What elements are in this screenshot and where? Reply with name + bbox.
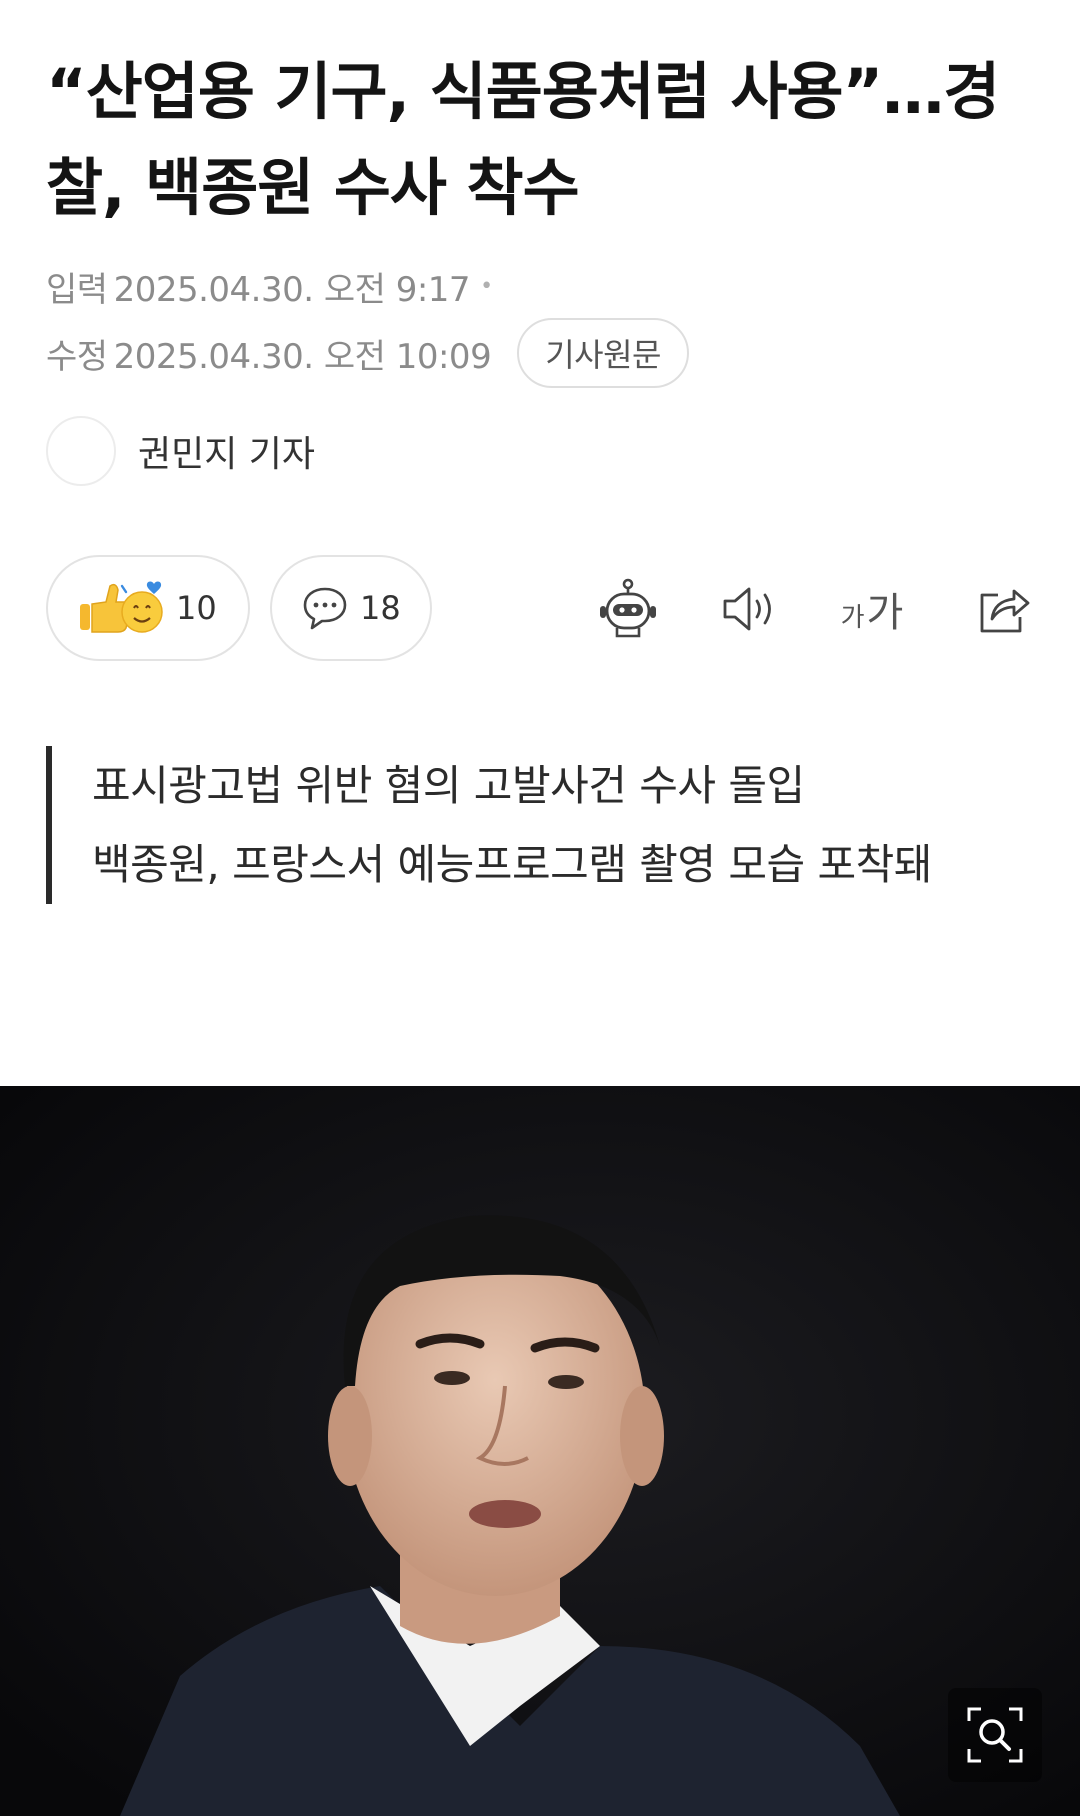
reaction-button[interactable]: 10 — [46, 555, 250, 661]
reaction-count: 10 — [176, 589, 217, 627]
updated-row: 수정 2025.04.30. 오전 10:09 기사원문 — [46, 318, 689, 388]
article-page: “산업용 기구, 식품용처럼 사용”…경찰, 백종원 수사 착수 입력 2025… — [0, 0, 1080, 1816]
summary-line-2: 백종원, 프랑스서 예능프로그램 촬영 모습 포착돼 — [92, 840, 932, 889]
robot-icon — [600, 578, 656, 638]
original-article-button[interactable]: 기사원문 — [517, 318, 689, 388]
reporter-byline[interactable]: 권민지 기자 — [46, 416, 315, 486]
share-button[interactable] — [968, 573, 1040, 645]
ai-summary-button[interactable] — [592, 573, 664, 645]
article-photo[interactable] — [0, 1086, 1080, 1816]
separator-dot-icon: • — [480, 274, 493, 299]
font-size-large-glyph: 가 — [866, 590, 904, 636]
article-action-bar: 10 18 가 가 — [46, 555, 1036, 661]
reporter-subject-photo — [0, 1086, 1080, 1816]
listen-button[interactable] — [714, 573, 786, 645]
reporter-name[interactable]: 권민지 기자 — [138, 425, 315, 477]
article-title: “산업용 기구, 식품용처럼 사용”…경찰, 백종원 수사 착수 — [46, 55, 1000, 224]
zoom-button[interactable] — [948, 1688, 1042, 1782]
comment-count: 18 — [360, 589, 401, 627]
published-row: 입력 2025.04.30. 오전 9:17 • — [46, 262, 493, 311]
published-date: 2025.04.30. 오전 9:17 — [113, 270, 471, 310]
font-size-button[interactable]: 가 가 — [836, 573, 908, 645]
zoom-magnifier-icon — [967, 1707, 1023, 1763]
summary-line-1: 표시광고법 위반 혐의 고발사건 수사 돌입 — [92, 761, 805, 810]
font-size-small-glyph: 가 — [840, 603, 865, 633]
speaker-icon — [723, 587, 771, 631]
font-size-icon: 가 가 — [841, 580, 904, 638]
published-label: 입력 — [46, 270, 108, 310]
updated-date: 2025.04.30. 오전 10:09 — [113, 336, 492, 377]
share-icon — [980, 589, 1030, 633]
thumbs-up-emoji-icon — [80, 581, 163, 633]
comment-button[interactable]: 18 — [270, 555, 432, 661]
reporter-avatar[interactable] — [46, 416, 116, 486]
updated-label: 수정 — [46, 336, 108, 377]
comment-bubble-icon — [303, 587, 347, 630]
article-summary: 표시광고법 위반 혐의 고발사건 수사 돌입 백종원, 프랑스서 예능프로그램 … — [46, 746, 1036, 904]
